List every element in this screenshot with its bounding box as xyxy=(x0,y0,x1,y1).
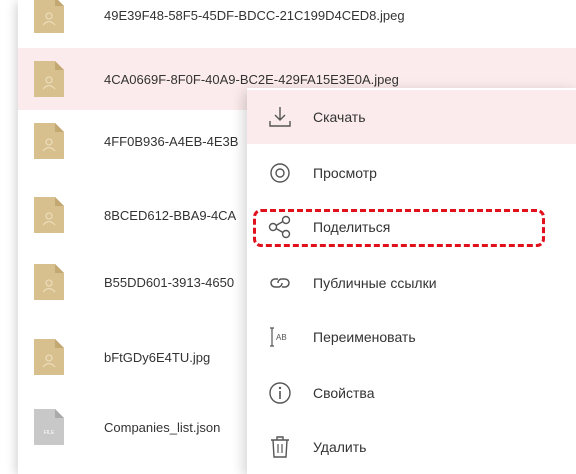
image-file-icon xyxy=(34,197,64,233)
link-icon xyxy=(270,278,290,288)
menu-item-label: Удалить xyxy=(313,439,367,455)
file-name: B55DD601-3913-4650 xyxy=(104,274,235,290)
menu-item-label: Скачать xyxy=(313,109,366,125)
menu-item-label: Переименовать xyxy=(313,329,416,345)
rename-icon: AB xyxy=(270,327,287,347)
file-name: Companies_list.json xyxy=(104,419,221,435)
file-type-badge: FILE xyxy=(44,430,55,436)
file-name: 49E39F48-58F5-45DF-BDCC-21C199D4CED8.jpe… xyxy=(104,7,405,23)
image-file-icon xyxy=(34,264,64,300)
menu-item-label: Свойства xyxy=(313,385,375,401)
info-icon xyxy=(269,382,291,404)
image-file-icon xyxy=(34,339,64,375)
image-file-icon xyxy=(34,0,64,33)
menu-item-public-links[interactable]: Публичные ссылки xyxy=(247,256,576,310)
file-name: 4FF0B936-A4EB-4E3B xyxy=(104,133,239,149)
eye-icon xyxy=(270,163,290,183)
menu-item-view[interactable]: Просмотр xyxy=(247,146,576,200)
image-file-icon xyxy=(34,61,64,97)
rename-icon-text: AB xyxy=(276,333,287,342)
menu-item-delete[interactable]: Удалить xyxy=(247,420,576,474)
file-row[interactable]: 49E39F48-58F5-45DF-BDCC-21C199D4CED8.jpe… xyxy=(18,0,576,46)
file-name: 4CA0669F-8F0F-40A9-BC2E-429FA15E3E0A.jpe… xyxy=(104,71,399,87)
menu-item-label: Публичные ссылки xyxy=(313,275,437,291)
highlight-annotation xyxy=(253,209,545,247)
download-icon xyxy=(269,107,291,127)
file-name: 8BCED612-BBA9-4CA xyxy=(104,207,237,223)
trash-icon xyxy=(271,436,289,458)
menu-item-download[interactable]: Скачать xyxy=(247,90,576,144)
generic-file-icon: FILE xyxy=(34,409,64,445)
menu-item-properties[interactable]: Свойства xyxy=(247,366,576,420)
menu-item-rename[interactable]: AB Переименовать xyxy=(247,310,576,364)
context-menu: Скачать Просмотр Поделиться Публичные сс… xyxy=(247,88,576,474)
image-file-icon xyxy=(34,123,64,159)
menu-item-label: Просмотр xyxy=(313,165,377,181)
file-name: bFtGDy6E4TU.jpg xyxy=(104,349,211,365)
